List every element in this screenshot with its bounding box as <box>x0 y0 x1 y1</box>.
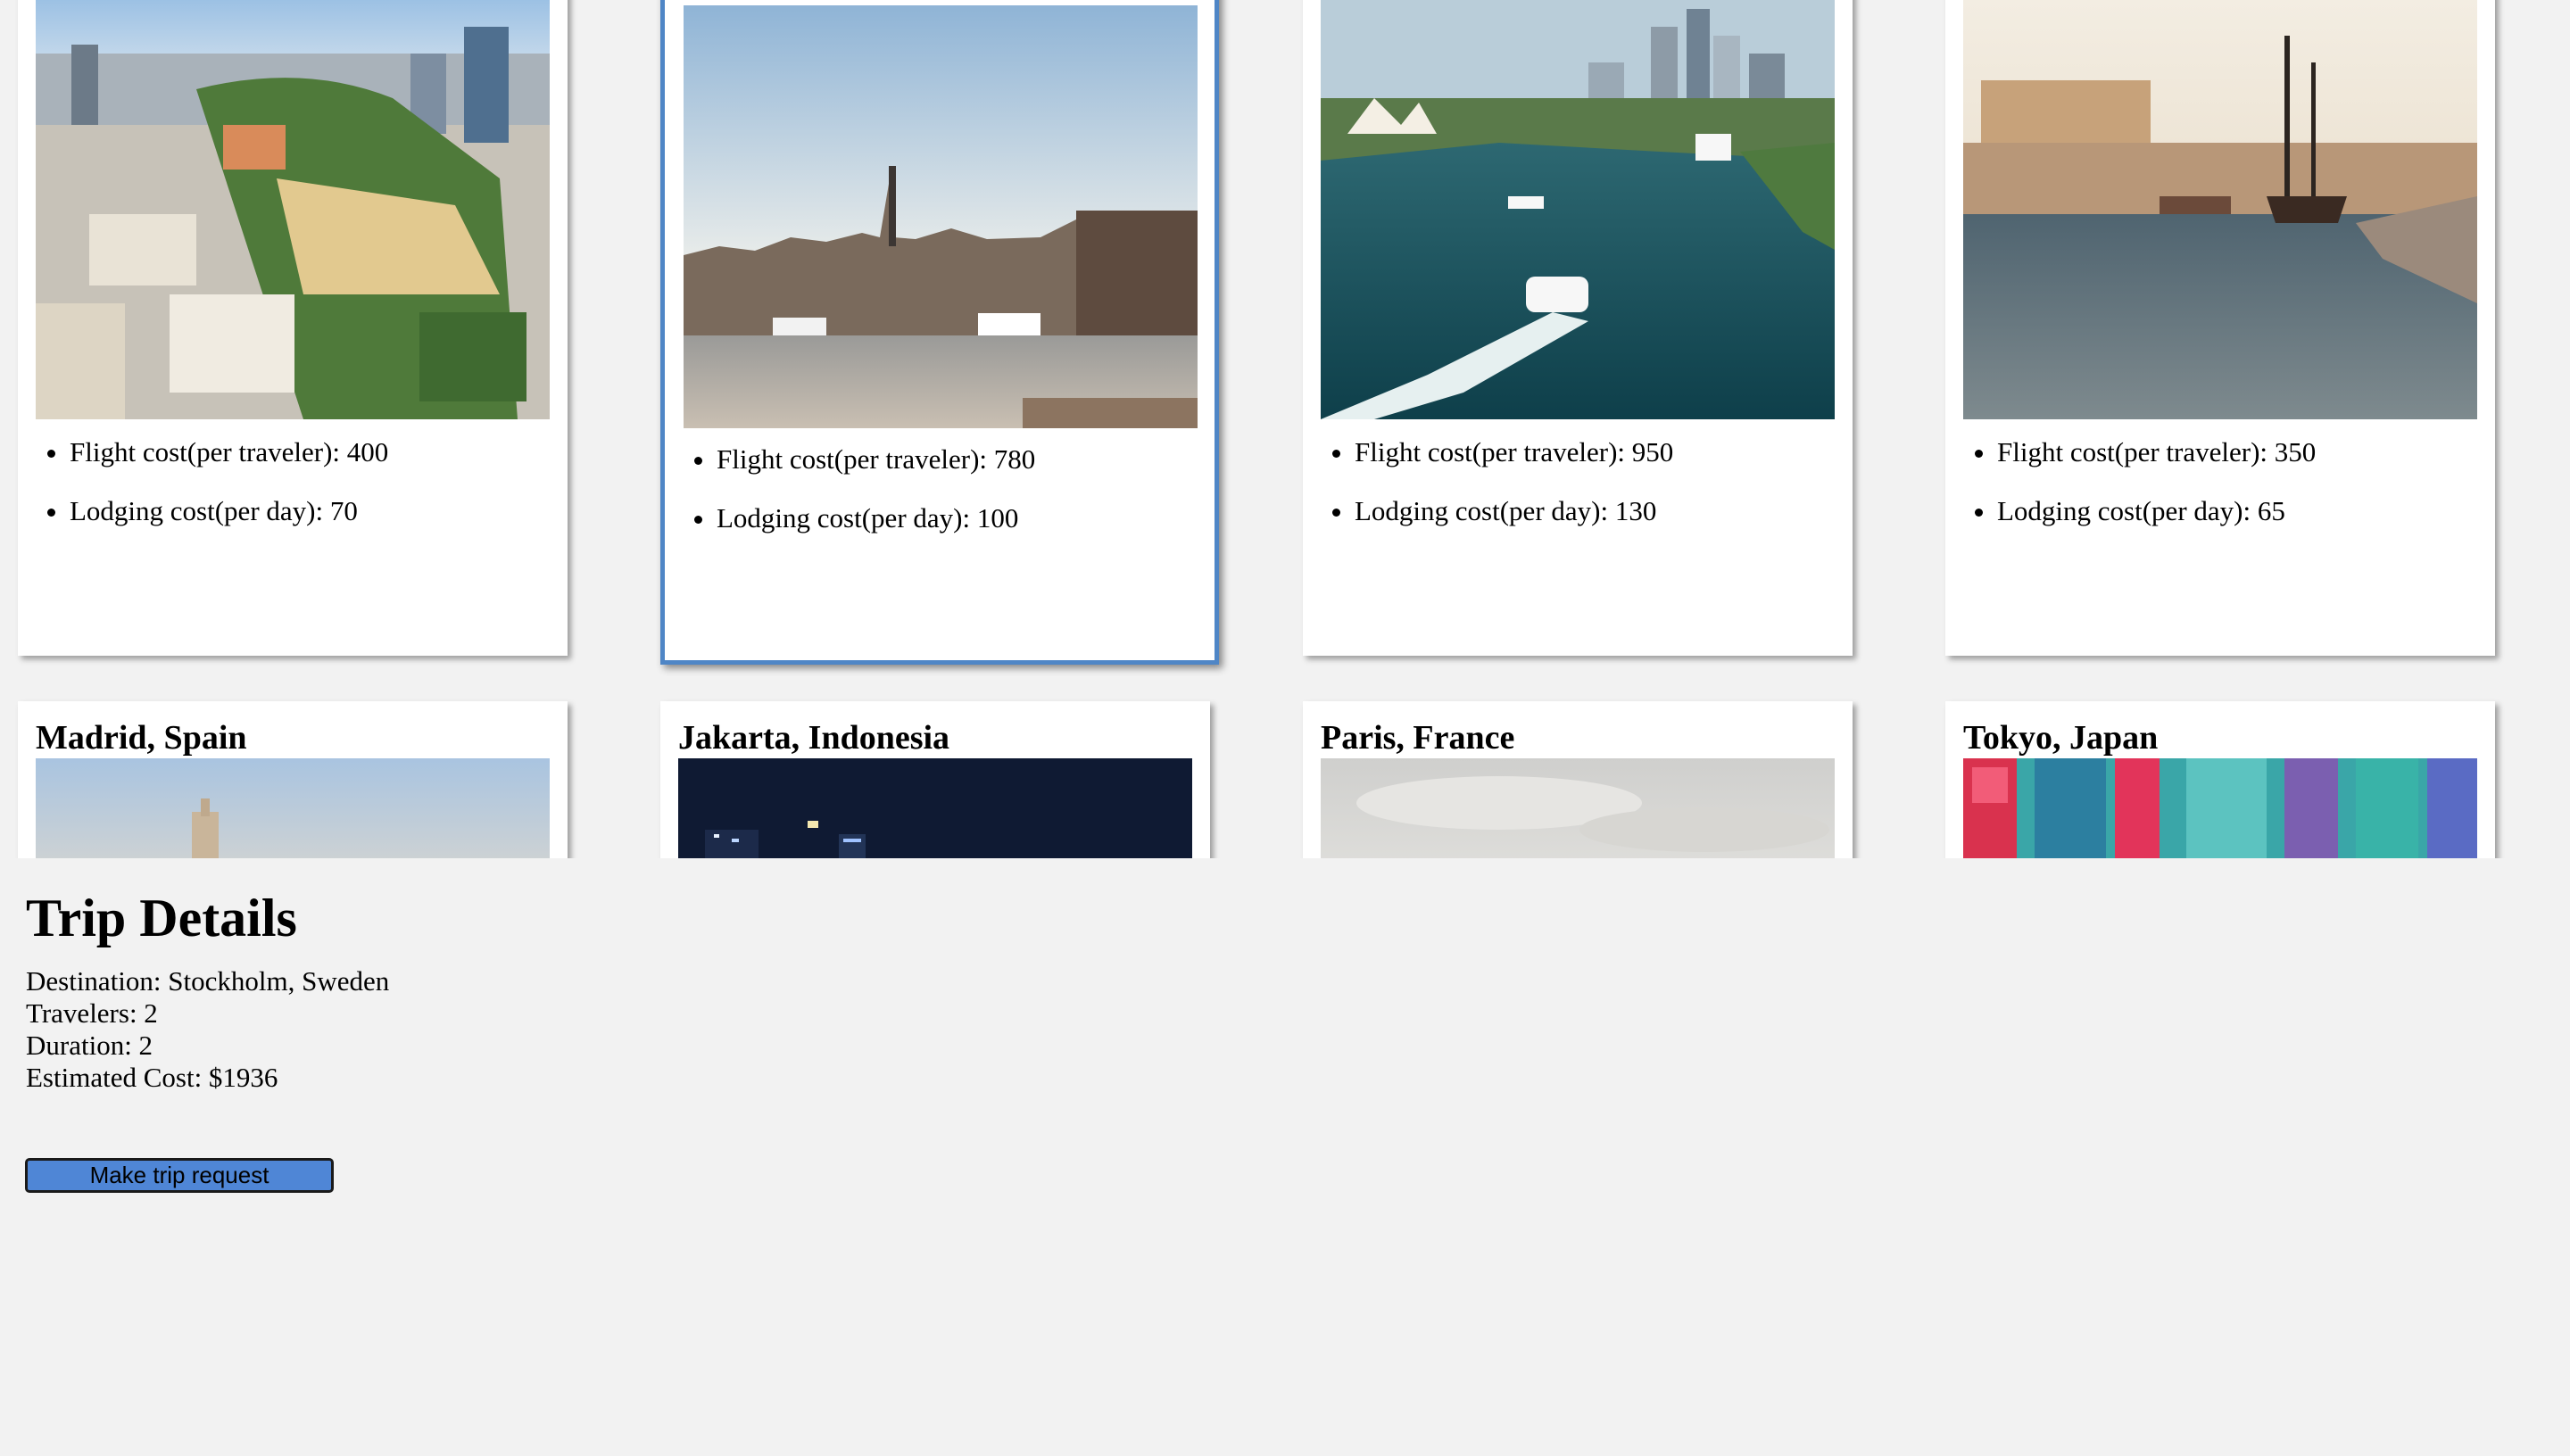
flight-cost: Flight cost(per traveler): 950 <box>1355 423 1673 482</box>
destination-card[interactable]: Flight cost(per traveler): 350 Lodging c… <box>1945 0 2495 656</box>
destination-card[interactable]: Flight cost(per traveler): 400 Lodging c… <box>18 0 568 656</box>
cost-list: Flight cost(per traveler): 950 Lodging c… <box>1303 423 1673 541</box>
destination-card-selected[interactable]: Flight cost(per traveler): 780 Lodging c… <box>660 0 1219 665</box>
trip-details-heading: Trip Details <box>26 889 297 947</box>
destination-title: Madrid, Spain <box>36 719 247 757</box>
trip-duration: Duration: 2 <box>26 1030 153 1061</box>
destination-photo <box>684 5 1198 428</box>
flight-cost: Flight cost(per traveler): 780 <box>717 430 1035 489</box>
trip-details: Trip Details Destination: Stockholm, Swe… <box>26 889 389 1094</box>
destination-card[interactable]: Jakarta, Indonesia <box>660 701 1210 858</box>
destination-photo <box>1321 758 1835 858</box>
lodging-cost: Lodging cost(per day): 100 <box>717 489 1035 548</box>
destination-photo <box>678 758 1192 858</box>
destination-title: Jakarta, Indonesia <box>678 719 950 757</box>
destination-photo <box>1321 0 1835 419</box>
flight-cost: Flight cost(per traveler): 400 <box>70 423 388 482</box>
destination-title: Tokyo, Japan <box>1963 719 2159 757</box>
flight-cost: Flight cost(per traveler): 350 <box>1997 423 2316 482</box>
destination-card[interactable]: Tokyo, Japan <box>1945 701 2495 858</box>
make-trip-request-button[interactable]: Make trip request <box>25 1158 334 1193</box>
lodging-cost: Lodging cost(per day): 130 <box>1355 482 1673 541</box>
trip-estimated-cost: Estimated Cost: $1936 <box>26 1062 278 1093</box>
cost-list: Flight cost(per traveler): 400 Lodging c… <box>18 423 388 541</box>
trip-destination: Destination: Stockholm, Sweden <box>26 965 390 997</box>
lodging-cost: Lodging cost(per day): 65 <box>1997 482 2316 541</box>
destination-photo <box>36 758 550 858</box>
cost-list: Flight cost(per traveler): 780 Lodging c… <box>665 430 1035 548</box>
destination-title: Paris, France <box>1321 719 1515 757</box>
lodging-cost: Lodging cost(per day): 70 <box>70 482 388 541</box>
destination-grid: Flight cost(per traveler): 400 Lodging c… <box>0 0 2570 858</box>
trip-travelers: Travelers: 2 <box>26 997 158 1029</box>
destination-card[interactable]: Flight cost(per traveler): 950 Lodging c… <box>1303 0 1853 656</box>
destination-photo <box>1963 758 2477 858</box>
destination-photo <box>1963 0 2477 419</box>
cost-list: Flight cost(per traveler): 350 Lodging c… <box>1945 423 2316 541</box>
destination-card[interactable]: Madrid, Spain <box>18 701 568 858</box>
destination-card[interactable]: Paris, France <box>1303 701 1853 858</box>
destination-photo <box>36 0 550 419</box>
